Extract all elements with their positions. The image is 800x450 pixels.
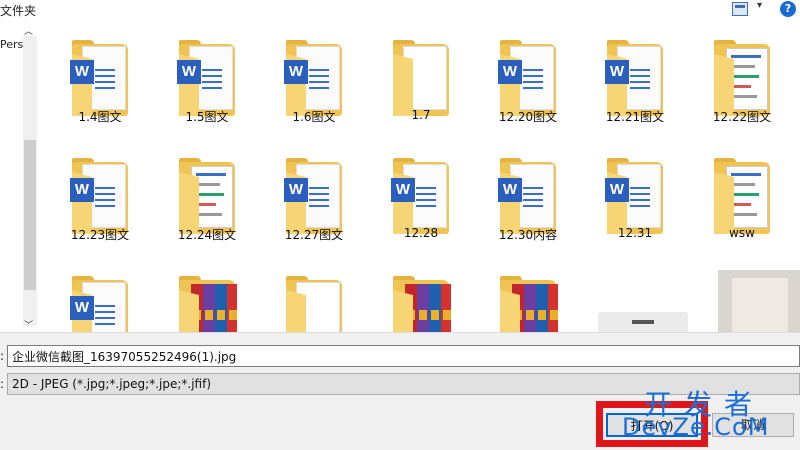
file-item[interactable]: W 12.20图文 <box>478 22 578 134</box>
file-item[interactable]: 1.7 <box>371 22 471 134</box>
file-name: 12.28 <box>403 226 439 240</box>
file-item[interactable]: W 12.27图文 <box>264 140 364 252</box>
file-name: wsw <box>729 226 755 240</box>
file-open-dialog: 文件夹 ▾ ? Perso ︿ ﹀ W 1.4图文 W 1.5图文 W 1.6图文 1.7 W… <box>0 0 800 450</box>
file-item[interactable] <box>371 258 471 332</box>
file-name: 1.5图文 <box>185 110 229 124</box>
file-name: 1.4图文 <box>78 110 122 124</box>
file-item[interactable]: W 12.23图文 <box>50 140 150 252</box>
breadcrumb[interactable]: 文件夹 <box>0 2 36 19</box>
file-item[interactable]: W <box>50 258 150 332</box>
file-item[interactable]: 12.22图文 <box>692 22 792 134</box>
filename-input[interactable]: 企业微信截图_16397055252496(1).jpg <box>7 345 800 367</box>
file-item[interactable]: 12.24图文 <box>157 140 257 252</box>
file-name: 12.24图文 <box>177 228 237 242</box>
file-name: 12.31 <box>617 226 653 240</box>
file-name: 1.7 <box>411 108 431 122</box>
scroll-up-icon[interactable]: ︿ <box>24 24 33 37</box>
folder-icon <box>284 272 346 332</box>
file-name: 1.6图文 <box>292 110 336 124</box>
file-item[interactable]: W 12.30内容 <box>478 140 578 252</box>
file-item[interactable]: W 12.21图文 <box>585 22 685 134</box>
navigation-pane: Perso ︿ ﹀ <box>0 22 40 353</box>
archive-folder-icon <box>177 272 239 332</box>
archive-folder-icon <box>391 272 453 332</box>
scroll-down-icon[interactable]: ﹀ <box>24 318 33 331</box>
file-item[interactable] <box>264 258 364 332</box>
file-item[interactable]: W 1.4图文 <box>50 22 150 134</box>
open-button[interactable]: 打开(O) <box>606 413 698 437</box>
file-grid: W 1.4图文 W 1.5图文 W 1.6图文 1.7 W 12.20图文 W 12.21图文 12.… <box>40 22 800 332</box>
file-name: 12.20图文 <box>498 110 558 124</box>
filetype-label: : <box>0 377 5 391</box>
image-thumbnail-card[interactable] <box>598 312 688 332</box>
file-item[interactable] <box>478 258 578 332</box>
filetype-select[interactable]: 2D - JPEG (*.jpg;*.jpeg;*.jpe;*.jfif) <box>7 373 800 395</box>
file-item[interactable]: W 1.6图文 <box>264 22 364 134</box>
archive-folder-icon <box>498 272 560 332</box>
image-thumbnail-photo[interactable] <box>718 270 800 332</box>
file-name: 12.30内容 <box>498 228 558 242</box>
help-icon[interactable]: ? <box>780 1 796 17</box>
file-name: 12.22图文 <box>712 110 772 124</box>
chevron-down-icon[interactable]: ▾ <box>757 0 762 11</box>
file-item[interactable]: W 1.5图文 <box>157 22 257 134</box>
address-bar: 文件夹 ▾ ? <box>0 0 800 22</box>
file-item[interactable]: W 12.28 <box>371 140 471 252</box>
word-folder-icon: W <box>70 272 132 332</box>
file-name: 12.27图文 <box>284 228 344 242</box>
file-item[interactable]: W 12.31 <box>585 140 685 252</box>
nav-scrollbar-thumb[interactable] <box>24 140 36 290</box>
file-item[interactable]: wsw <box>692 140 792 252</box>
file-item[interactable] <box>157 258 257 332</box>
file-name: 12.23图文 <box>70 228 130 242</box>
cancel-button[interactable]: 取消 <box>712 413 794 437</box>
dialog-footer: : 企业微信截图_16397055252496(1).jpg : 2D - JP… <box>0 332 800 450</box>
file-name: 12.21图文 <box>605 110 665 124</box>
view-mode-icon[interactable] <box>732 2 748 16</box>
filename-label: : <box>0 349 5 363</box>
